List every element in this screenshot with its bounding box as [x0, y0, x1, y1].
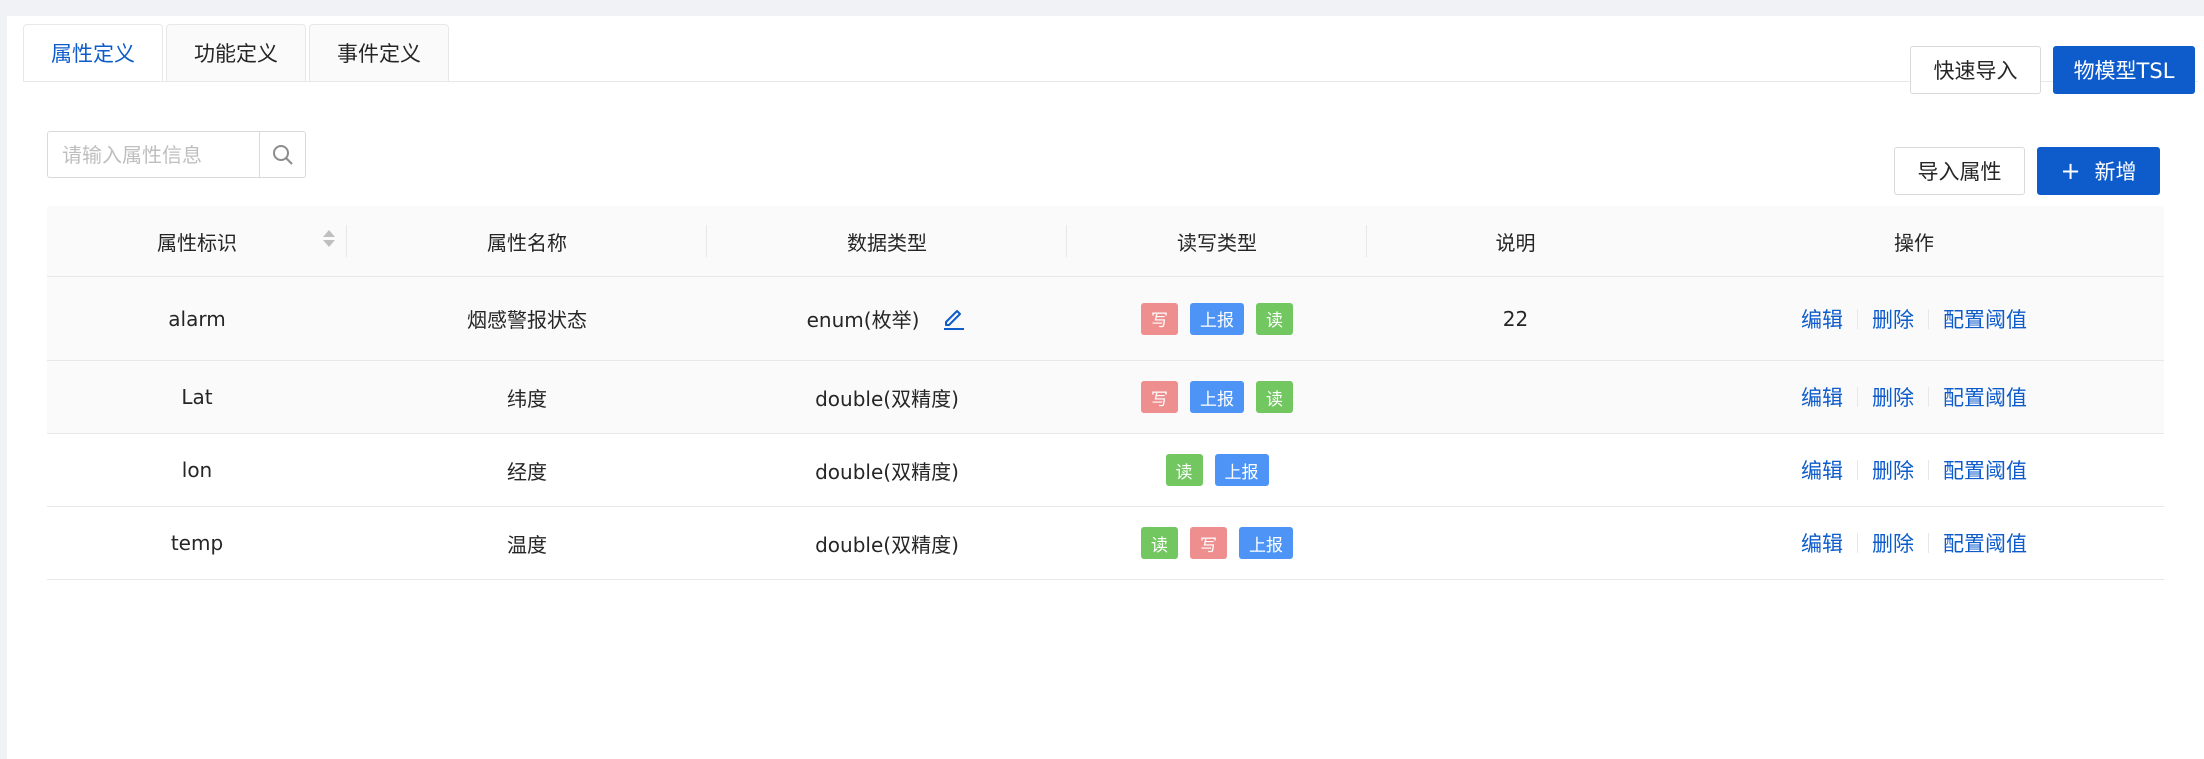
- threshold-link[interactable]: 配置阈值: [1943, 304, 2027, 334]
- threshold-link[interactable]: 配置阈值: [1943, 528, 2027, 558]
- tag-report: 上报: [1214, 454, 1269, 486]
- data-type-text: double(双精度): [815, 532, 959, 557]
- tag-read: 读: [1165, 454, 1203, 486]
- data-type-text: double(双精度): [815, 386, 959, 411]
- divider: [1857, 308, 1858, 329]
- add-button[interactable]: + 新增: [2037, 147, 2160, 195]
- search-box: [47, 131, 306, 178]
- header-data-type: 数据类型: [707, 206, 1067, 276]
- cell-rw-type: 写 上报 读: [1067, 277, 1367, 360]
- plus-icon: +: [2060, 157, 2081, 185]
- table-header: 属性标识 属性名称 数据类型 读写类型 说明 操作: [47, 206, 2164, 277]
- search-input[interactable]: [47, 131, 259, 178]
- table-row: temp 温度 double(双精度) 读 写 上报 编辑 删除 配置阈值: [47, 507, 2164, 580]
- property-table: 属性标识 属性名称 数据类型 读写类型 说明 操作 alarm 烟感警报状态 e…: [47, 206, 2164, 580]
- edit-icon[interactable]: [941, 306, 967, 332]
- edit-link[interactable]: 编辑: [1801, 382, 1843, 412]
- tag-report: 上报: [1190, 381, 1244, 413]
- divider: [1928, 460, 1929, 480]
- tag-read: 读: [1256, 302, 1293, 335]
- header-label: 属性名称: [487, 230, 567, 255]
- tag-report: 上报: [1239, 527, 1293, 559]
- cell-description: [1367, 434, 1664, 506]
- header-property-id[interactable]: 属性标识: [47, 206, 347, 276]
- data-type-text: enum(枚举): [806, 308, 920, 332]
- tab-divider: [23, 81, 2198, 82]
- tab-function-definition[interactable]: 功能定义: [166, 24, 306, 81]
- header-operations: 操作: [1664, 206, 2164, 276]
- header-label: 数据类型: [847, 230, 927, 255]
- search-button[interactable]: [259, 131, 306, 178]
- tsl-button[interactable]: 物模型TSL: [2053, 46, 2195, 94]
- header-label: 操作: [1894, 230, 1934, 255]
- cell-property-name: 经度: [507, 459, 547, 484]
- divider: [1857, 460, 1858, 480]
- divider: [1928, 308, 1929, 329]
- delete-link[interactable]: 删除: [1872, 304, 1914, 334]
- cell-description: [1367, 361, 1664, 433]
- threshold-link[interactable]: 配置阈值: [1943, 455, 2027, 485]
- header-label: 读写类型: [1177, 230, 1257, 255]
- cell-property-name: 温度: [507, 532, 547, 557]
- cell-operations: 编辑 删除 配置阈值: [1664, 277, 2164, 360]
- cell-property-name: 烟感警报状态: [467, 308, 587, 332]
- header-description: 说明: [1367, 206, 1664, 276]
- cell-operations: 编辑 删除 配置阈值: [1664, 361, 2164, 433]
- cell-property-id: lon: [181, 458, 213, 482]
- tag-write: 写: [1190, 527, 1227, 559]
- cell-data-type: double(双精度): [707, 434, 1067, 506]
- tag-read: 读: [1256, 381, 1293, 413]
- delete-link[interactable]: 删除: [1872, 455, 1914, 485]
- cell-data-type: double(双精度): [707, 361, 1067, 433]
- add-button-label: 新增: [2094, 160, 2137, 184]
- cell-rw-type: 读 写 上报: [1067, 507, 1367, 579]
- edit-link[interactable]: 编辑: [1801, 528, 1843, 558]
- cell-data-type: double(双精度): [707, 507, 1067, 579]
- cell-operations: 编辑 删除 配置阈值: [1664, 434, 2164, 506]
- table-row: Lat 纬度 double(双精度) 写 上报 读 编辑 删除 配置阈值: [47, 361, 2164, 434]
- cell-property-name: 纬度: [507, 386, 547, 411]
- cell-rw-type: 读 上报: [1067, 434, 1367, 506]
- header-label: 说明: [1495, 230, 1536, 255]
- cell-property-id: alarm: [168, 306, 226, 331]
- delete-link[interactable]: 删除: [1872, 382, 1914, 412]
- cell-operations: 编辑 删除 配置阈值: [1664, 507, 2164, 579]
- import-property-button[interactable]: 导入属性: [1894, 147, 2025, 195]
- table-row: lon 经度 double(双精度) 读 上报 编辑 删除 配置阈值: [47, 434, 2164, 507]
- table-row: alarm 烟感警报状态 enum(枚举) 写 上报 读 22 编辑 删除 配置…: [47, 277, 2164, 361]
- tag-report: 上报: [1190, 302, 1244, 335]
- header-rw-type: 读写类型: [1067, 206, 1367, 276]
- cell-property-id: Lat: [181, 385, 213, 409]
- divider: [1928, 387, 1929, 407]
- tab-property-definition[interactable]: 属性定义: [23, 24, 163, 81]
- header-label: 属性标识: [157, 230, 237, 255]
- search-icon: [272, 144, 293, 165]
- cell-data-type: enum(枚举): [707, 277, 1067, 360]
- quick-import-button[interactable]: 快速导入: [1910, 46, 2041, 94]
- cell-property-id: temp: [170, 531, 224, 555]
- header-property-name: 属性名称: [347, 206, 707, 276]
- divider: [1928, 533, 1929, 553]
- sort-down-icon: [323, 240, 335, 247]
- cell-rw-type: 写 上报 读: [1067, 361, 1367, 433]
- tab-bar: 属性定义 功能定义 事件定义: [23, 24, 449, 81]
- cell-description: [1367, 507, 1664, 579]
- data-type-text: double(双精度): [815, 459, 959, 484]
- tab-event-definition[interactable]: 事件定义: [309, 24, 449, 81]
- delete-link[interactable]: 删除: [1872, 528, 1914, 558]
- edit-link[interactable]: 编辑: [1801, 304, 1843, 334]
- tag-read: 读: [1141, 527, 1178, 559]
- cell-description: 22: [1502, 306, 1529, 331]
- sort-icon[interactable]: [323, 230, 335, 247]
- divider: [1857, 533, 1858, 553]
- tag-write: 写: [1141, 302, 1178, 335]
- edit-link[interactable]: 编辑: [1801, 455, 1843, 485]
- threshold-link[interactable]: 配置阈值: [1943, 382, 2027, 412]
- sort-up-icon: [323, 230, 335, 237]
- tag-write: 写: [1141, 381, 1178, 413]
- divider: [1857, 387, 1858, 407]
